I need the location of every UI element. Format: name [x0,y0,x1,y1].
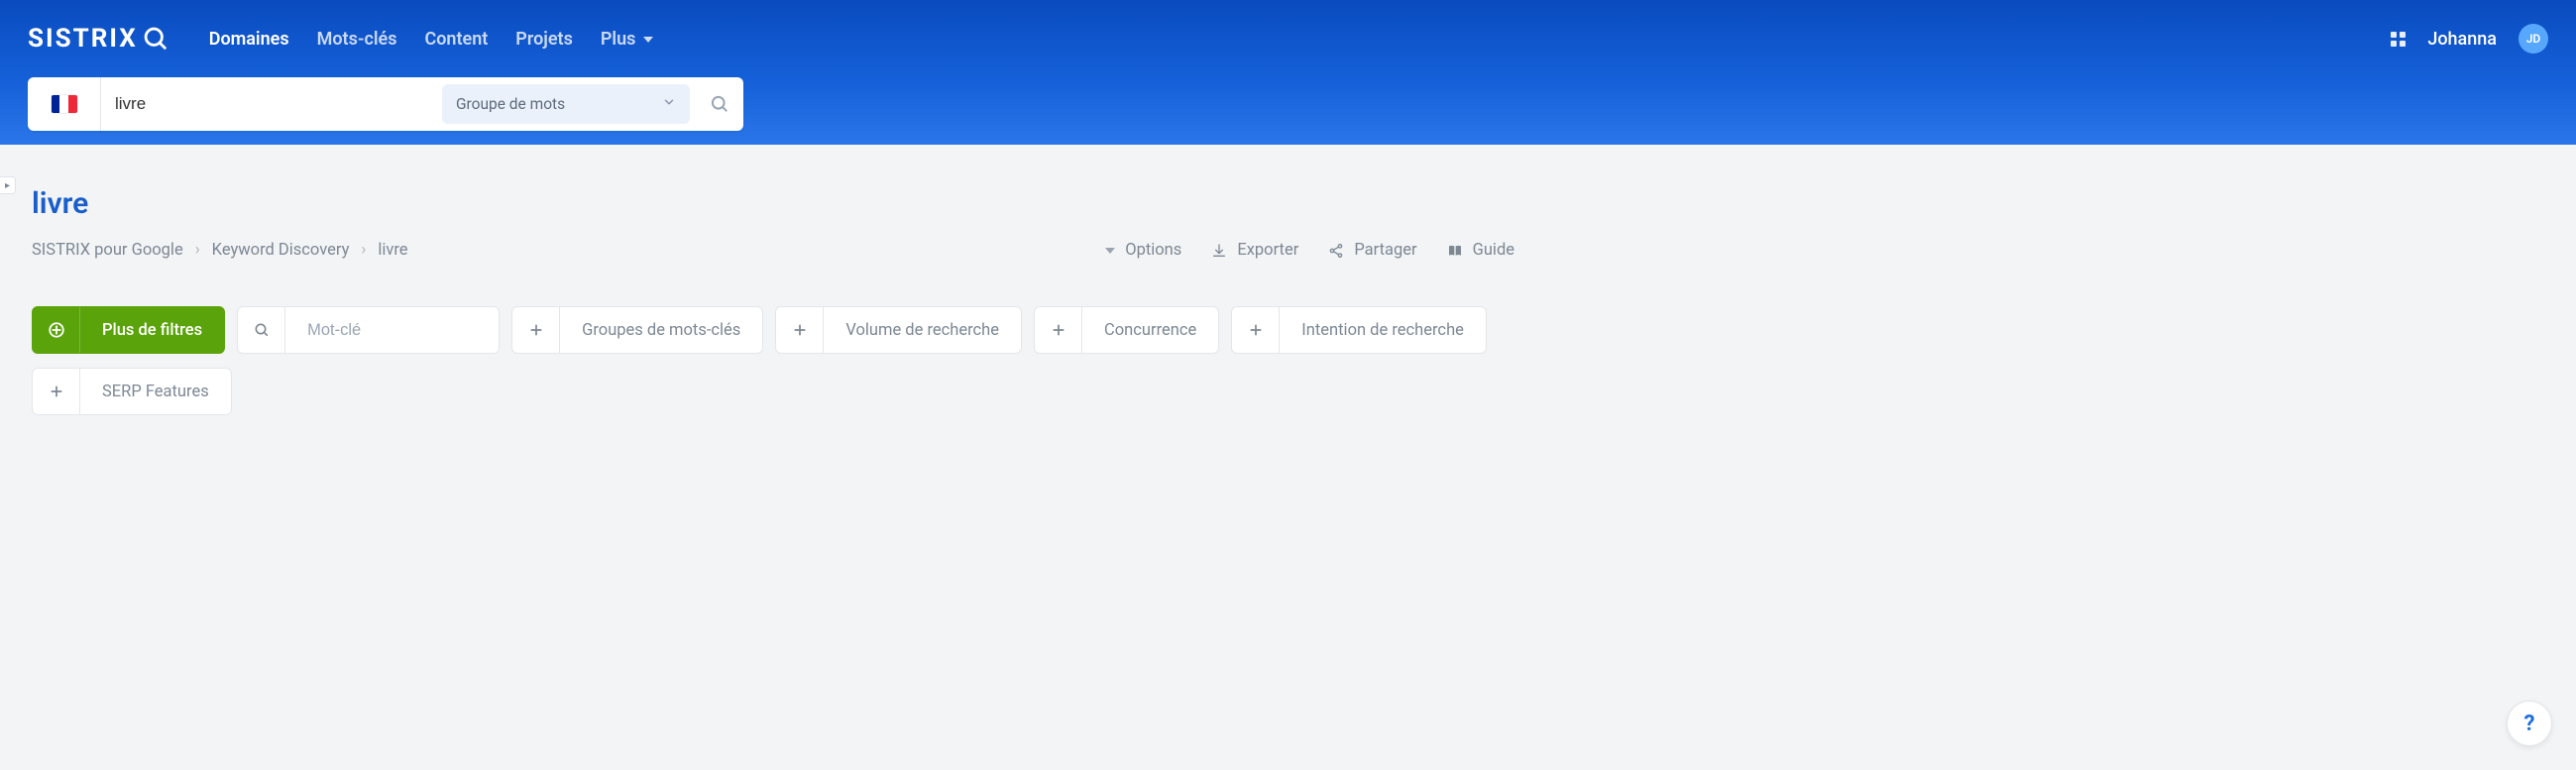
search-input[interactable] [101,94,442,114]
book-icon [1447,243,1463,259]
export-button[interactable]: Exporter [1211,241,1298,260]
search-submit-button[interactable] [696,77,743,131]
nav-label: Mots-clés [317,29,397,50]
page-title: livre [32,186,1514,221]
filter-chip-competition[interactable]: Concurrence [1034,306,1219,354]
share-button[interactable]: Partager [1328,241,1416,260]
nav-label: Projets [515,29,573,50]
nav-domaines[interactable]: Domaines [209,29,289,50]
chip-label: Groupes de mots-clés [560,321,762,340]
search-icon [710,94,729,114]
options-button[interactable]: Options [1105,241,1181,260]
action-label: Partager [1354,241,1416,260]
action-label: Guide [1473,241,1514,260]
action-label: Exporter [1237,241,1298,260]
filter-row-1: Plus de filtres Groupes de mots-clés Vol… [32,306,1514,354]
chevron-right-icon: › [195,241,200,260]
filter-chip-search-intent[interactable]: Intention de recherche [1231,306,1487,354]
search-wrap: Groupe de mots [0,77,2576,131]
chip-label: Concurrence [1082,321,1218,340]
more-filters-button[interactable]: Plus de filtres [32,306,225,354]
plus-icon [33,369,80,414]
divider [32,281,1514,282]
nav-content[interactable]: Content [424,29,488,50]
chip-label: Intention de recherche [1280,321,1486,340]
filter-chip-serp-features[interactable]: SERP Features [32,368,232,415]
avatar[interactable]: JD [2519,24,2548,54]
page-subrow: SISTRIX pour Google › Keyword Discovery … [32,241,1514,260]
filter-chip-keyword-groups[interactable]: Groupes de mots-clés [511,306,763,354]
plus-icon [512,307,560,353]
nav-plus[interactable]: Plus [601,29,654,50]
plus-icon [1232,307,1280,353]
apps-icon[interactable] [2391,32,2406,47]
nav-projets[interactable]: Projets [515,29,573,50]
nav-label: Content [424,29,488,50]
breadcrumb: SISTRIX pour Google › Keyword Discovery … [32,241,408,260]
nav-links: Domaines Mots-clés Content Projets Plus [209,29,654,50]
topbar-right: Johanna JD [2391,24,2548,54]
chevron-down-icon [662,95,676,113]
breadcrumb-item[interactable]: Keyword Discovery [212,241,350,260]
keyword-filter-input[interactable] [285,307,499,353]
search-mode-label: Groupe de mots [456,95,565,113]
search-icon [238,307,285,353]
search-bar: Groupe de mots [28,77,743,131]
plus-icon [776,307,824,353]
chip-label: SERP Features [80,383,231,401]
plus-circle-icon [33,307,80,353]
action-label: Options [1125,241,1181,260]
caret-down-icon [1105,248,1115,254]
sidebar-expand-tab[interactable]: ▸ [0,176,16,194]
guide-button[interactable]: Guide [1447,241,1514,260]
help-label: ? [2524,712,2535,736]
chip-label: Plus de filtres [80,321,224,340]
top-band: SISTRIX Domaines Mots-clés Content Proje… [0,0,2576,145]
nav-mots-cles[interactable]: Mots-clés [317,29,397,50]
brand-logo[interactable]: SISTRIX [28,24,169,54]
help-button[interactable]: ? [2507,701,2552,746]
breadcrumb-item[interactable]: SISTRIX pour Google [32,241,183,260]
plus-icon [1035,307,1082,353]
share-icon [1328,243,1344,259]
filter-chip-search-volume[interactable]: Volume de recherche [775,306,1022,354]
chevron-right-icon: › [361,241,366,260]
user-name[interactable]: Johanna [2427,29,2497,50]
search-mode-select[interactable]: Groupe de mots [442,84,690,124]
main-content: livre SISTRIX pour Google › Keyword Disc… [0,145,1546,455]
filter-row-2: SERP Features [32,368,1514,415]
chevron-down-icon [643,37,653,43]
country-selector[interactable] [28,77,101,131]
nav-label: Plus [601,29,636,50]
page-actions: Options Exporter Partager Guide [1105,241,1514,260]
flag-fr-icon [52,95,77,113]
search-icon [142,25,169,53]
brand-name: SISTRIX [28,24,138,54]
top-bar: SISTRIX Domaines Mots-clés Content Proje… [0,0,2576,77]
chip-label: Volume de recherche [824,321,1021,340]
nav-label: Domaines [209,29,289,50]
breadcrumb-item[interactable]: livre [378,241,407,260]
download-icon [1211,243,1227,259]
keyword-filter-chip[interactable] [237,306,500,354]
